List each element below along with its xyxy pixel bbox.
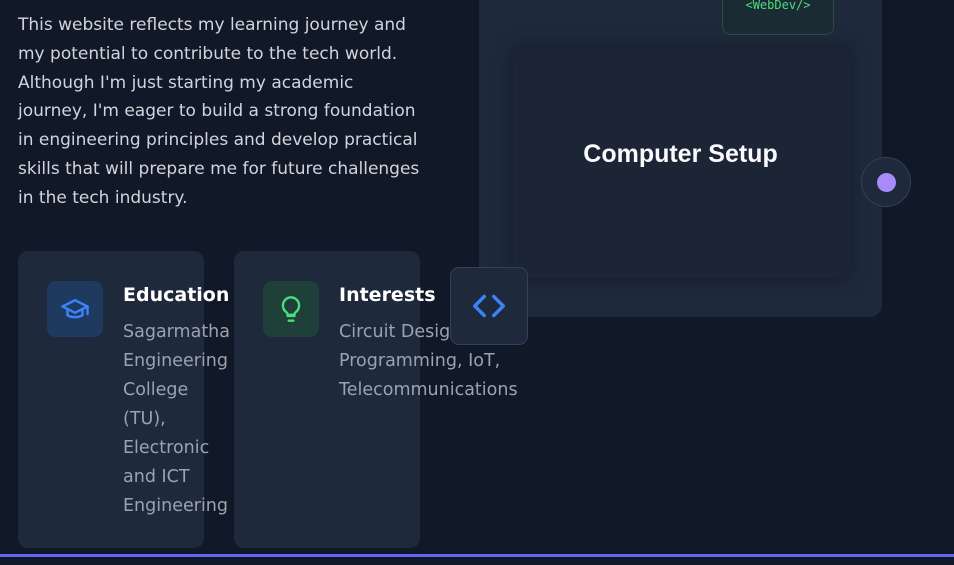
lightbulb-icon (281, 296, 301, 322)
computer-setup-card: Computer Setup (479, 0, 882, 317)
about-intro-text: This website reflects my learning journe… (18, 15, 420, 208)
interests-line: Telecommunications (339, 380, 518, 400)
interests-line: Programming, IoT, (339, 351, 501, 371)
education-card: Education Sagarmatha Engineering College… (18, 251, 230, 548)
education-title: Education (123, 284, 230, 306)
education-description: Sagarmatha Engineering College (TU), Ele… (123, 322, 230, 516)
computer-setup-title: Computer Setup (583, 140, 778, 168)
graduation-cap-icon (61, 299, 89, 319)
status-dot (876, 172, 896, 192)
code-badge (450, 267, 528, 345)
interests-card: Interests Circuit Design, Programming, I… (234, 251, 518, 548)
interests-icon-box (263, 281, 319, 337)
interests-title: Interests (339, 284, 436, 306)
section-divider (0, 554, 954, 557)
education-icon-box (47, 281, 103, 337)
status-dot-badge (861, 157, 911, 207)
code-brackets-icon (473, 294, 505, 318)
about-section: This website reflects my learning journe… (0, 0, 954, 565)
webdev-tag: <WebDev/> (722, 0, 834, 35)
